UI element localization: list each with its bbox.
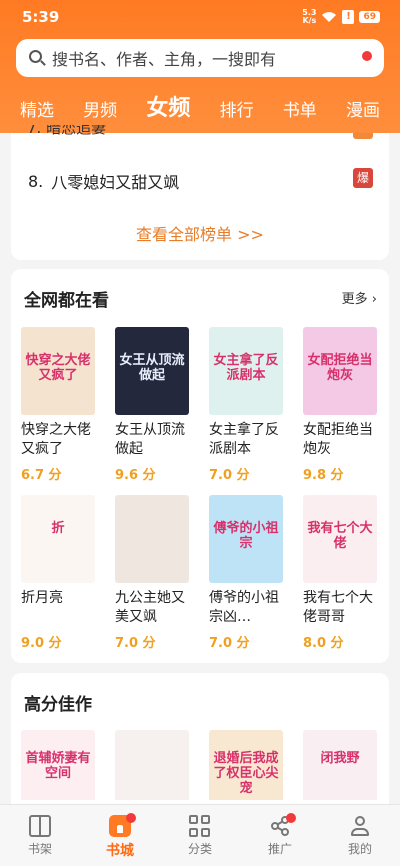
status-time: 5:39 [22, 8, 60, 26]
book-item[interactable]: 女主拿了反派剧本 女主拿了反派剧本 7.0 分 [209, 327, 283, 495]
nav-bookstore[interactable]: 书城 [90, 813, 150, 860]
book-item[interactable]: 傅爷的小祖宗傅爷的小祖宗凶… 7.0 分 [209, 495, 283, 663]
search-input[interactable]: 搜书名、作者、主角，一搜即有 [16, 39, 384, 77]
book-grid: 首辅娇妻有空间 退婚后我成了权臣心尖宠 闭我野 [21, 730, 381, 800]
cover-title-text: 傅爷的小祖宗 [213, 521, 279, 552]
cover-title-text: 女主拿了反派剧本 [213, 353, 279, 384]
tab-booklist[interactable]: 书单 [283, 98, 317, 124]
book-item[interactable]: 我有七个大佬我有七个大佬哥哥 8.0 分 [303, 495, 377, 663]
search-placeholder: 搜书名、作者、主角，一搜即有 [52, 50, 277, 69]
book-cover: 快穿之大佬又疯了 [21, 327, 95, 415]
alert-icon: ! [342, 10, 355, 24]
cover-title-text: 折 [51, 521, 65, 537]
ranking-item[interactable]: 8. 八零媳妇又甜又飒 [28, 169, 179, 193]
nav-category[interactable]: 分类 [170, 815, 230, 857]
cover-title-text: 快穿之大佬又疯了 [25, 353, 91, 384]
book-item[interactable]: 女王从顶流做起 女王从顶流做起 9.6 分 [115, 327, 189, 495]
book-item[interactable] [115, 730, 189, 800]
book-cover: 折 [21, 495, 95, 583]
book-title: 女王从顶流做起 [115, 422, 185, 457]
book-item[interactable]: 退婚后我成了权臣心尖宠 [209, 730, 283, 800]
chevron-right-icon: › [371, 292, 377, 307]
book-item[interactable]: 闭我野 [303, 730, 377, 800]
notification-dot [362, 51, 372, 61]
cover-title-text: 首辅娇妻有空间 [25, 751, 91, 781]
tab-female[interactable]: 女频 [146, 94, 190, 124]
book-score: 8.0 分 [303, 636, 344, 651]
category-grid-icon [189, 815, 211, 837]
book-score: 6.7 分 [21, 468, 62, 483]
cover-title-text: 女配拒绝当炮灰 [307, 353, 373, 384]
all-web-section: 全网都在看 更多 › 快穿之大佬又疯了 快穿之大佬又疯了 6.7 分女王从顶流做起女… [11, 269, 389, 663]
book-item[interactable]: 快穿之大佬又疯了 快穿之大佬又疯了 6.7 分 [21, 327, 95, 495]
book-score: 7.0 分 [209, 636, 250, 651]
channel-tabs: 精选 男频 女频 排行 书单 漫画 [20, 92, 380, 124]
book-cover: 女配拒绝当炮灰 [303, 327, 377, 415]
tab-ranking[interactable]: 排行 [220, 98, 254, 124]
book-title: 傅爷的小祖宗凶… [209, 590, 279, 625]
top-header: 5:39 5.3 K/s ! 69 搜书名、作者、主角，一搜即有 精选 男频 女… [0, 0, 400, 133]
book-title: 女配拒绝当炮灰 [303, 422, 373, 457]
tab-male[interactable]: 男频 [83, 98, 117, 124]
book-title: 九公主她又美又飒 [115, 590, 185, 625]
cover-title-text: 女王从顶流做起 [119, 353, 185, 384]
book-score: 9.8 分 [303, 468, 344, 483]
book-cover: 闭我野 [303, 730, 377, 800]
tab-featured[interactable]: 精选 [20, 98, 54, 124]
notification-dot [126, 813, 136, 823]
status-bar: 5:39 5.3 K/s ! 69 [22, 6, 380, 28]
nav-bookshelf[interactable]: 书架 [10, 815, 70, 857]
search-icon [28, 49, 46, 67]
book-grid: 快穿之大佬又疯了 快穿之大佬又疯了 6.7 分女王从顶流做起 女王从顶流做起 9.6 分… [21, 327, 381, 663]
tab-comics[interactable]: 漫画 [346, 98, 380, 124]
clipped-ranking-row: 7. 暗恋追妻 [27, 125, 107, 135]
cover-title-text: 闭我野 [320, 751, 360, 766]
clipped-badge [353, 133, 373, 139]
see-all-rankings-link[interactable]: 查看全部榜单 >> [11, 221, 389, 245]
bookshelf-icon [29, 815, 51, 837]
section-title: 全网都在看 [24, 291, 109, 311]
book-title: 快穿之大佬又疯了 [21, 422, 91, 457]
cover-title-text: 退婚后我成了权臣心尖宠 [213, 751, 279, 796]
rank-number: 8. [28, 171, 44, 191]
book-cover [115, 730, 189, 800]
book-item[interactable]: 女配拒绝当炮灰 女配拒绝当炮灰 9.8 分 [303, 327, 377, 495]
book-cover: 我有七个大佬 [303, 495, 377, 583]
book-title: 我有七个大佬哥哥 [303, 590, 373, 625]
book-score: 7.0 分 [209, 468, 250, 483]
hot-badge: 爆 [353, 168, 373, 188]
book-score: 7.0 分 [115, 636, 156, 651]
book-item[interactable]: 首辅娇妻有空间 [21, 730, 95, 800]
book-item[interactable]: 九公主她又美又飒 7.0 分 [115, 495, 189, 663]
high-score-section: 高分佳作 首辅娇妻有空间 退婚后我成了权臣心尖宠 闭我野 [11, 673, 389, 813]
section-title: 高分佳作 [24, 695, 92, 715]
ranking-card: 7. 暗恋追妻 8. 八零媳妇又甜又飒 爆 查看全部榜单 >> [11, 125, 389, 260]
rank-title: 八零媳妇又甜又飒 [51, 173, 180, 192]
nav-profile[interactable]: 我的 [330, 815, 390, 857]
profile-icon [349, 815, 371, 837]
book-score: 9.6 分 [115, 468, 156, 483]
nav-promote[interactable]: 推广 [250, 813, 310, 857]
book-title: 女主拿了反派剧本 [209, 422, 279, 457]
book-cover: 女主拿了反派剧本 [209, 327, 283, 415]
cover-title-text: 我有七个大佬 [307, 521, 373, 552]
network-speed: 5.3 K/s [302, 8, 317, 25]
book-title: 折月亮 [21, 590, 63, 606]
book-cover: 傅爷的小祖宗 [209, 495, 283, 583]
book-score: 9.0 分 [21, 636, 62, 651]
wifi-icon [322, 12, 337, 22]
bottom-navigation: 书架 书城 分类 推广 我的 [0, 804, 400, 866]
battery-icon: 69 [359, 11, 380, 23]
notification-dot [286, 813, 296, 823]
book-item[interactable]: 折折月亮 9.0 分 [21, 495, 95, 663]
book-cover: 退婚后我成了权臣心尖宠 [209, 730, 283, 800]
book-cover: 女王从顶流做起 [115, 327, 189, 415]
book-cover: 首辅娇妻有空间 [21, 730, 95, 800]
book-cover [115, 495, 189, 583]
more-link[interactable]: 更多 › [342, 288, 377, 307]
